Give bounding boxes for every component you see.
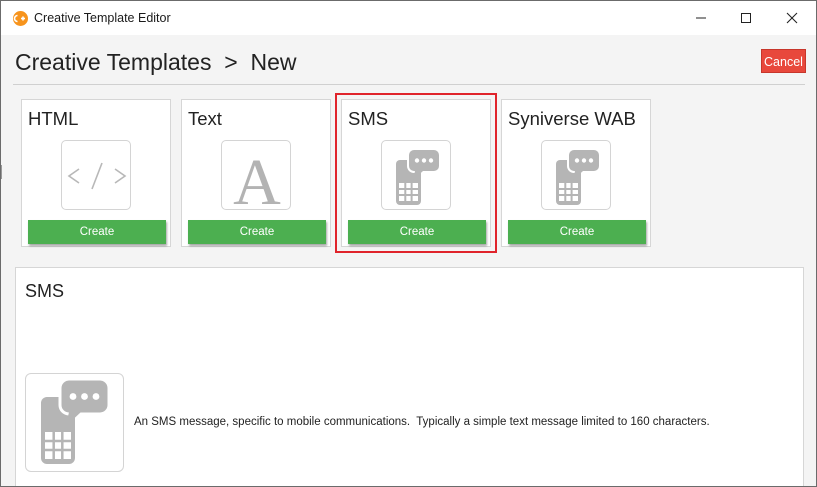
template-tile-title: HTML	[28, 108, 79, 129]
template-tile-title: Syniverse WAB	[508, 108, 636, 129]
code-icon	[61, 140, 131, 210]
letter-a-icon: A	[221, 140, 291, 211]
template-detail-panel: SMS An SMS message, specific to mobile c…	[15, 267, 804, 486]
breadcrumb-root: Creative Templates	[15, 49, 212, 75]
close-window-button[interactable]	[769, 1, 815, 35]
window-title: Creative Template Editor	[34, 11, 171, 25]
header-divider	[13, 84, 805, 85]
sms-phone-icon	[381, 140, 451, 210]
sms-phone-icon	[25, 373, 124, 472]
detail-title: SMS	[25, 281, 65, 301]
sms-phone-icon	[541, 140, 611, 210]
cancel-button[interactable]: Cancel	[761, 49, 806, 73]
template-tile-title: Text	[188, 108, 222, 129]
page-header: Creative Templates > New	[1, 35, 816, 85]
left-edge-marker	[1, 165, 2, 179]
create-html-button[interactable]: Create	[28, 220, 166, 244]
breadcrumb-current: New	[250, 49, 297, 75]
app-logo-icon	[13, 11, 28, 26]
minimize-button[interactable]	[678, 1, 724, 35]
template-tile-sms[interactable]: SMS Create	[335, 93, 497, 253]
detail-description: An SMS message, specific to mobile commu…	[134, 416, 710, 428]
maximize-icon	[741, 13, 751, 23]
minimize-icon	[696, 17, 706, 19]
breadcrumb-separator: >	[224, 49, 238, 75]
template-tile-html[interactable]: HTML Create	[21, 99, 171, 247]
title-bar: Creative Template Editor	[1, 1, 816, 35]
create-text-button[interactable]: Create	[188, 220, 326, 244]
create-sms-button[interactable]: Create	[348, 220, 486, 244]
breadcrumb: Creative Templates > New	[15, 49, 296, 76]
close-icon	[786, 12, 798, 24]
template-tile-title: SMS	[348, 108, 389, 129]
template-tile-syniverse-wab[interactable]: Syniverse WAB Create	[501, 99, 651, 247]
svg-text:A: A	[233, 146, 281, 211]
create-syniverse-wab-button[interactable]: Create	[508, 220, 646, 244]
template-tile-text[interactable]: Text A Create	[181, 99, 331, 247]
maximize-button[interactable]	[723, 1, 769, 35]
creative-template-editor-window: Creative Template Editor Creative Templa…	[0, 0, 817, 487]
